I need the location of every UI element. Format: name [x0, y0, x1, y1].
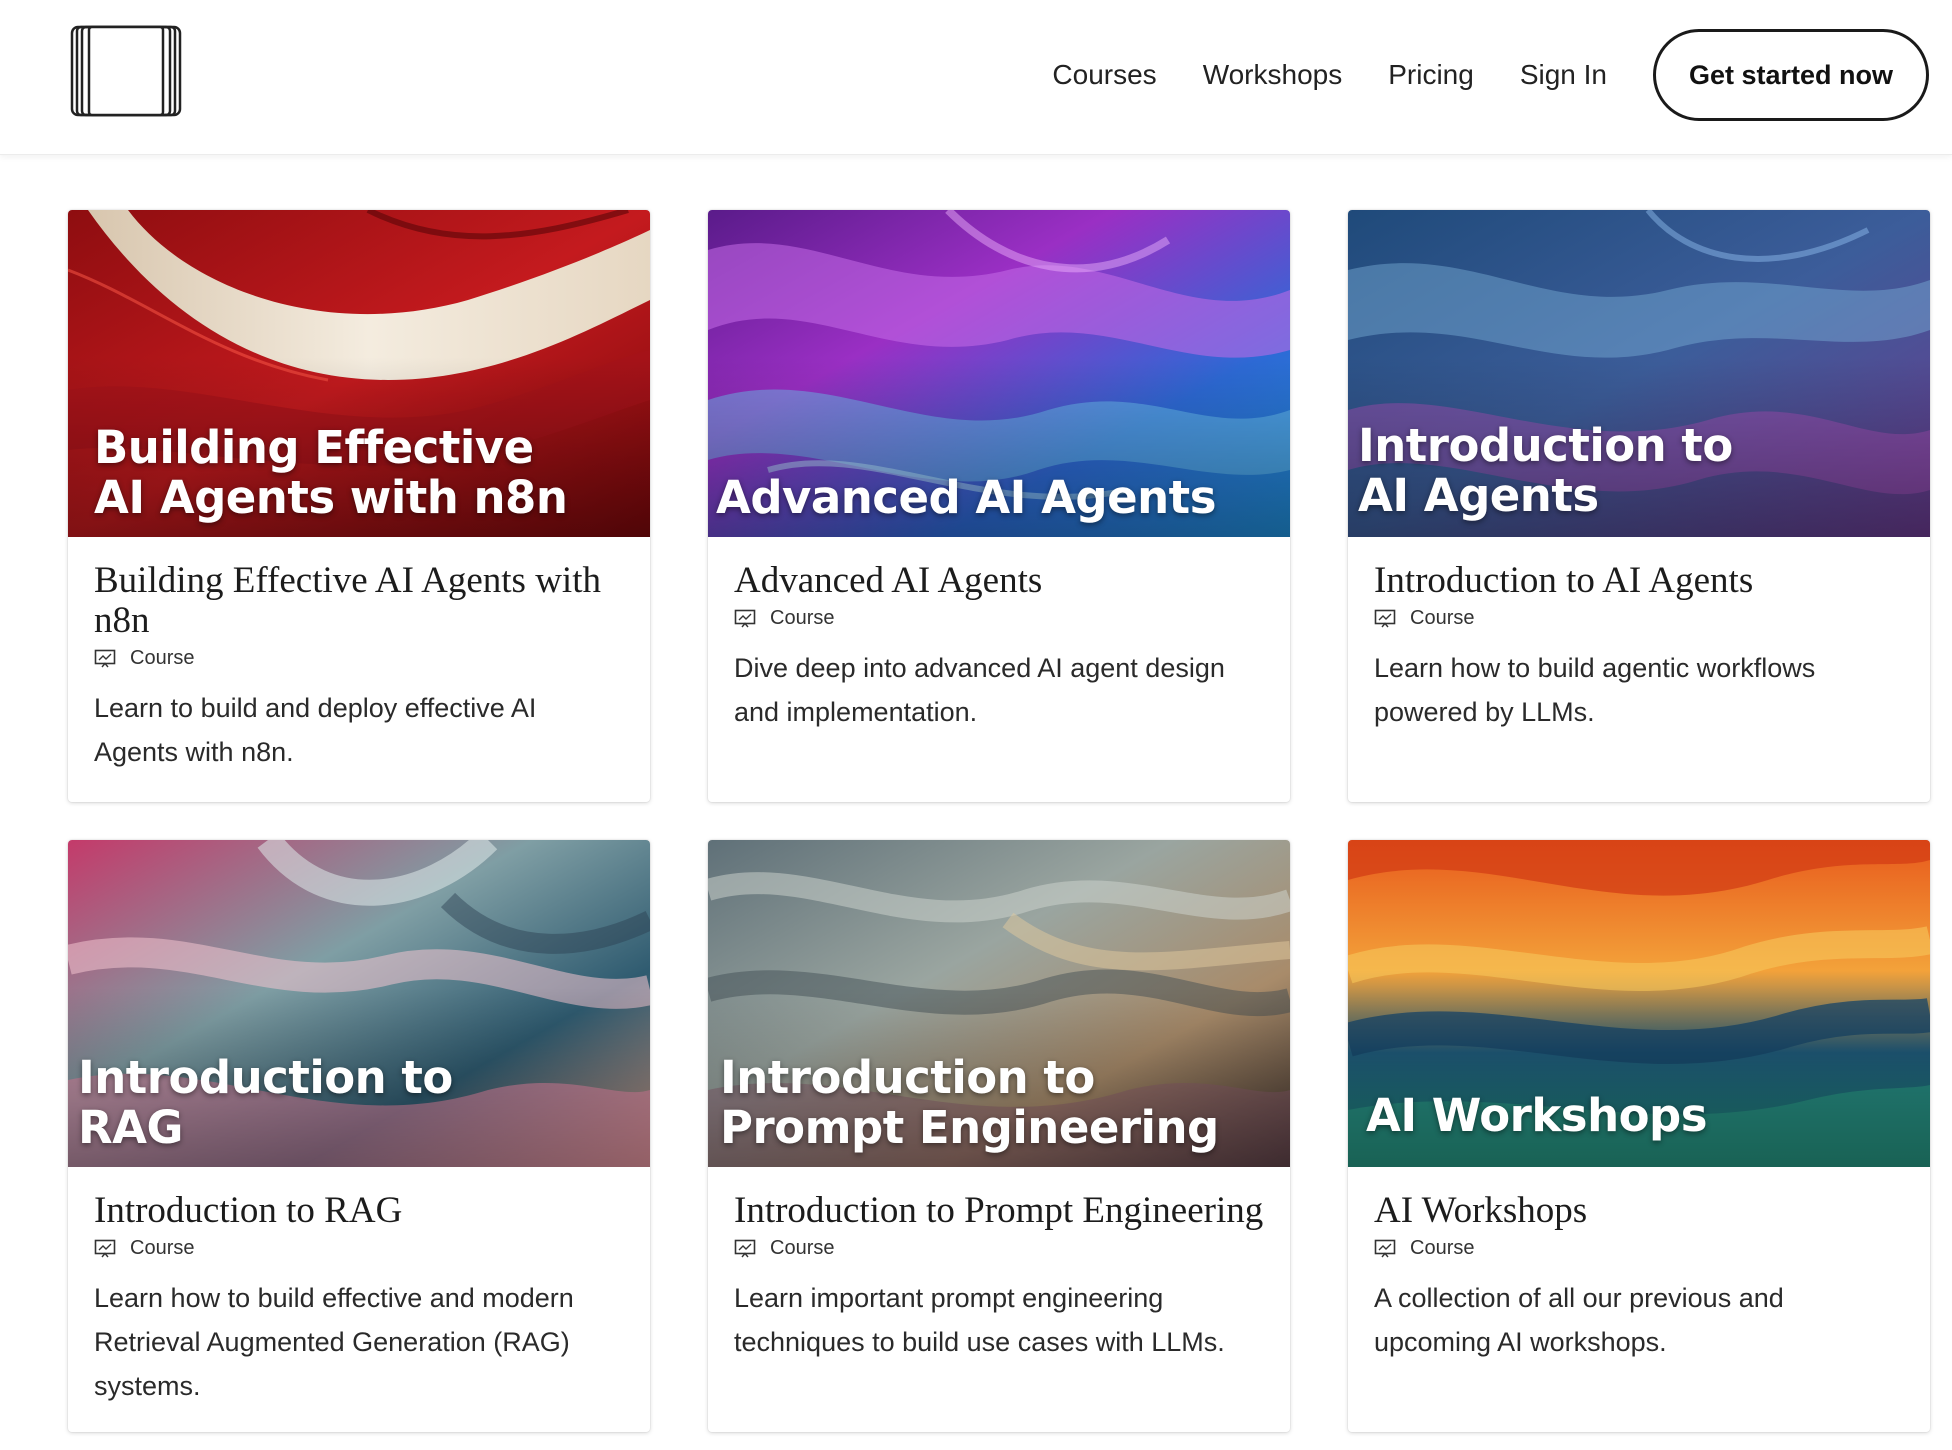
course-type-label: Course: [1410, 1237, 1475, 1259]
presentation-icon: [94, 649, 116, 667]
course-type-label: Course: [1410, 607, 1475, 629]
course-banner-image: Building Effective AI Agents with n8n: [68, 210, 650, 537]
course-type: Course: [1374, 607, 1904, 630]
course-banner-image: Introduction to AI Agents: [1348, 210, 1930, 537]
presentation-icon: [1374, 1239, 1396, 1257]
course-banner-image: Introduction to RAG: [68, 840, 650, 1167]
course-banner-image: Advanced AI Agents: [708, 210, 1290, 537]
nav-pricing-link[interactable]: Pricing: [1388, 59, 1474, 91]
course-description: Learn to build and deploy effective AI A…: [94, 693, 537, 767]
course-description: Dive deep into advanced AI agent design …: [734, 653, 1225, 727]
course-type-label: Course: [770, 607, 835, 629]
presentation-icon: [734, 609, 756, 627]
course-type-label: Course: [130, 1237, 195, 1259]
course-card-introduction-to-prompt-engineering[interactable]: Introduction to Prompt Engineering Intro…: [708, 840, 1290, 1432]
course-title[interactable]: AI Workshops: [1374, 1191, 1904, 1231]
course-banner-title: Building Effective AI Agents with n8n: [94, 421, 568, 524]
course-title[interactable]: Advanced AI Agents: [734, 561, 1264, 601]
course-card-advanced-ai-agents[interactable]: Advanced AI Agents Advanced AI Agents Co…: [708, 210, 1290, 802]
course-card-ai-workshops[interactable]: AI Workshops AI Workshops Course A colle…: [1348, 840, 1930, 1432]
get-started-button[interactable]: Get started now: [1653, 29, 1929, 121]
course-banner-title: Advanced AI Agents: [716, 471, 1216, 524]
nav-sign-in-link[interactable]: Sign In: [1520, 59, 1607, 91]
course-banner-image: Introduction to Prompt Engineering: [708, 840, 1290, 1167]
course-banner-image: AI Workshops: [1348, 840, 1930, 1167]
logo-book-stack-icon[interactable]: [70, 25, 182, 117]
course-banner-title: Introduction to AI Agents: [1358, 419, 1733, 522]
course-card-building-effective-ai-agents[interactable]: Building Effective AI Agents with n8n Bu…: [68, 210, 650, 802]
course-type: Course: [734, 607, 1264, 630]
course-type-label: Course: [770, 1237, 835, 1259]
course-banner-title: Introduction to RAG: [78, 1051, 453, 1154]
course-card-introduction-to-ai-agents[interactable]: Introduction to AI Agents Introduction t…: [1348, 210, 1930, 802]
course-description: Learn important prompt engineering techn…: [734, 1283, 1225, 1357]
course-grid: Building Effective AI Agents with n8n Bu…: [68, 210, 1930, 1432]
presentation-icon: [94, 1239, 116, 1257]
course-type: Course: [734, 1237, 1264, 1260]
course-description: Learn how to build agentic workflows pow…: [1374, 653, 1816, 727]
presentation-icon: [734, 1239, 756, 1257]
course-type-label: Course: [130, 647, 195, 669]
course-banner-title: AI Workshops: [1366, 1089, 1708, 1142]
presentation-icon: [1374, 609, 1396, 627]
main-nav: Courses Workshops Pricing Sign In Get st…: [1052, 0, 1952, 150]
course-description: Learn how to build effective and modern …: [94, 1283, 574, 1401]
course-type: Course: [94, 1237, 624, 1260]
course-type: Course: [94, 647, 624, 670]
course-title[interactable]: Building Effective AI Agents with n8n: [94, 561, 624, 641]
course-title[interactable]: Introduction to Prompt Engineering: [734, 1191, 1264, 1231]
course-title[interactable]: Introduction to RAG: [94, 1191, 624, 1231]
course-card-introduction-to-rag[interactable]: Introduction to RAG Introduction to RAG …: [68, 840, 650, 1432]
site-header: Courses Workshops Pricing Sign In Get st…: [0, 0, 1952, 155]
course-title[interactable]: Introduction to AI Agents: [1374, 561, 1904, 601]
nav-workshops-link[interactable]: Workshops: [1203, 59, 1343, 91]
nav-courses-link[interactable]: Courses: [1052, 59, 1156, 91]
course-banner-title: Introduction to Prompt Engineering: [720, 1051, 1219, 1154]
course-description: A collection of all our previous and upc…: [1374, 1283, 1784, 1357]
course-type: Course: [1374, 1237, 1904, 1260]
